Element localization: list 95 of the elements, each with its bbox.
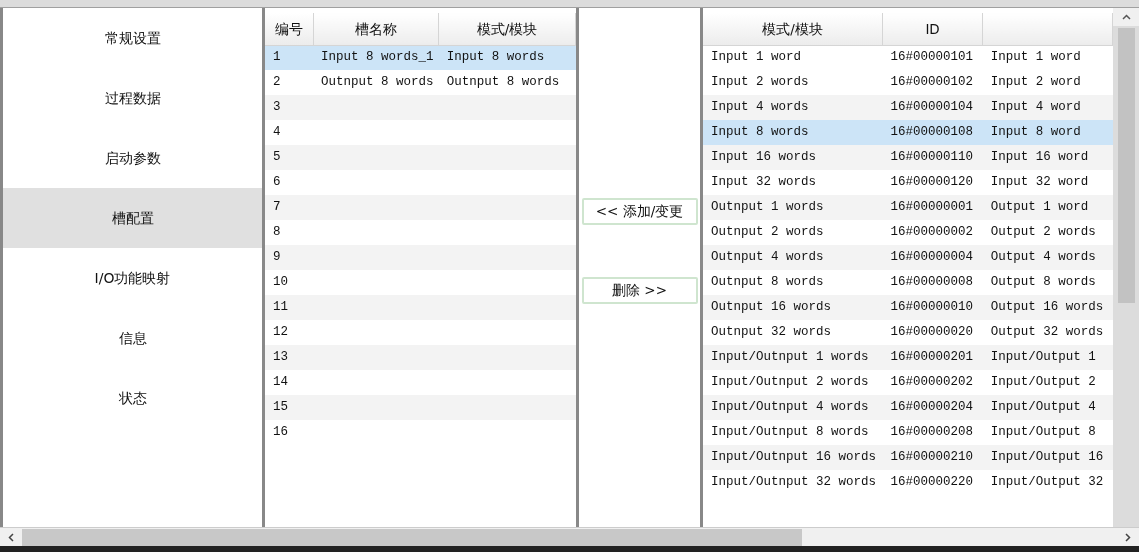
table-cell: 5 — [273, 150, 281, 165]
sidebar-item[interactable]: 状态 — [3, 368, 262, 428]
table-cell: Input/Output 16 — [990, 450, 1104, 465]
table-cell: Input/Outnput 4 words — [711, 400, 869, 415]
table-cell: 16#00000004 — [890, 250, 973, 265]
table-cell: 16#00000110 — [890, 150, 973, 165]
table-cell: Input/Output 4 — [990, 400, 1096, 415]
table-cell: 16#00000201 — [890, 350, 973, 365]
table-cell: Outnput 4 words — [711, 250, 824, 265]
table-cell: Output 32 words — [990, 325, 1104, 340]
vertical-scrollbar[interactable] — [1113, 8, 1139, 527]
scroll-left-icon[interactable] — [8, 532, 14, 542]
horizontal-scrollbar[interactable] — [0, 527, 1139, 546]
table-cell: 13 — [273, 350, 288, 365]
table-cell: Output 1 word — [990, 200, 1089, 215]
table-cell: 12 — [273, 325, 288, 340]
table-cell: Input 2 words — [711, 75, 809, 90]
table-cell: 14 — [273, 375, 288, 390]
table-cell: 16#00000001 — [890, 200, 973, 215]
table-cell: Input/Output 8 — [990, 425, 1096, 440]
table-cell: 16#00000102 — [890, 75, 973, 90]
add-change-button[interactable]: << 添加/变更 — [581, 198, 698, 225]
table-cell: 16#00000101 — [890, 50, 973, 65]
delete-button[interactable]: 删除 >> — [581, 277, 698, 304]
table-cell: 2 — [273, 75, 281, 90]
table-cell: Outnput 2 words — [711, 225, 824, 240]
scroll-right-icon[interactable] — [1125, 532, 1131, 542]
column-header[interactable]: 槽名称 — [313, 13, 439, 45]
table-cell: 16#00000210 — [890, 450, 973, 465]
table-cell: 16#00000108 — [890, 125, 973, 140]
scrollbar-thumb[interactable] — [22, 528, 802, 546]
table-cell: Outnput 8 words — [446, 75, 560, 90]
table-cell: 16#00000020 — [890, 325, 973, 340]
sidebar-item[interactable]: I/O功能映射 — [3, 248, 262, 308]
table-cell: Input 1 word — [990, 50, 1081, 65]
table-cell: Input/Outnput 32 words — [711, 475, 877, 490]
sidebar-item[interactable]: 过程数据 — [3, 68, 262, 128]
table-cell: Input/Outnput 2 words — [711, 375, 869, 390]
table-cell: 3 — [273, 100, 281, 115]
table-cell: Input/Outnput 8 words — [711, 425, 869, 440]
table-cell: 11 — [273, 300, 288, 315]
table-cell: Output 2 words — [990, 225, 1096, 240]
column-header[interactable]: 模式/模块 — [703, 13, 883, 45]
table-cell: 16#00000204 — [890, 400, 973, 415]
sidebar-item[interactable]: 信息 — [3, 308, 262, 368]
table-cell: 16#00000120 — [890, 175, 973, 190]
table-cell: Input 8 words — [711, 125, 809, 140]
scroll-up-icon[interactable] — [1121, 14, 1131, 20]
sidebar-item[interactable]: 启动参数 — [3, 128, 262, 188]
table-cell: 16#00000202 — [890, 375, 973, 390]
table-cell: Outnput 8 words — [321, 75, 434, 90]
table-cell: 1 — [273, 50, 281, 65]
table-cell: Input 8 words_1 — [321, 50, 434, 65]
table-cell: Input 1 word — [711, 50, 801, 65]
table-cell: Input 32 word — [990, 175, 1089, 190]
table-cell: 7 — [273, 200, 281, 215]
table-cell: Output 4 words — [990, 250, 1096, 265]
table-cell: Outnput 8 words — [711, 275, 824, 290]
table-cell: Outnput 16 words — [711, 300, 832, 315]
table-cell: 6 — [273, 175, 281, 190]
table-cell: 16#00000008 — [890, 275, 973, 290]
table-cell: Input/Output 2 — [990, 375, 1096, 390]
table-cell: Input 8 words — [446, 50, 545, 65]
table-cell: Input 4 word — [990, 100, 1081, 115]
table-cell: Input/Outnput 1 words — [711, 350, 869, 365]
table-cell: 15 — [273, 400, 288, 415]
sidebar-item[interactable]: 槽配置 — [3, 188, 262, 248]
table-cell: Input 8 word — [990, 125, 1081, 140]
table-cell: Outnput 1 words — [711, 200, 824, 215]
scrollbar-thumb[interactable] — [1117, 28, 1135, 303]
table-cell: Input/Outnput 16 words — [711, 450, 877, 465]
table-cell: 16#00000220 — [890, 475, 973, 490]
table-cell: Input 16 words — [711, 150, 817, 165]
table-cell: Input/Output 32 — [990, 475, 1104, 490]
column-header[interactable]: 编号 — [265, 13, 314, 45]
table-cell: 10 — [273, 275, 288, 290]
table-cell: 16 — [273, 425, 288, 440]
table-cell: Input 16 word — [990, 150, 1089, 165]
table-cell: Input 2 word — [990, 75, 1081, 90]
table-cell: Input 32 words — [711, 175, 817, 190]
column-header[interactable]: 模式/模块 — [438, 13, 576, 45]
sidebar-item[interactable]: 常规设置 — [3, 8, 262, 68]
table-cell: 16#00000010 — [890, 300, 973, 315]
table-cell: 8 — [273, 225, 281, 240]
table-cell: 4 — [273, 125, 281, 140]
table-cell: Input/Output 1 — [990, 350, 1096, 365]
table-cell: Input 4 words — [711, 100, 809, 115]
table-cell: 16#00000002 — [890, 225, 973, 240]
column-header[interactable]: ID — [882, 13, 983, 45]
table-cell: Output 16 words — [990, 300, 1104, 315]
table-cell: 16#00000208 — [890, 425, 973, 440]
table-cell: Outnput 32 words — [711, 325, 832, 340]
table-cell: Output 8 words — [990, 275, 1096, 290]
table-cell: 9 — [273, 250, 281, 265]
table-cell: 16#00000104 — [890, 100, 973, 115]
